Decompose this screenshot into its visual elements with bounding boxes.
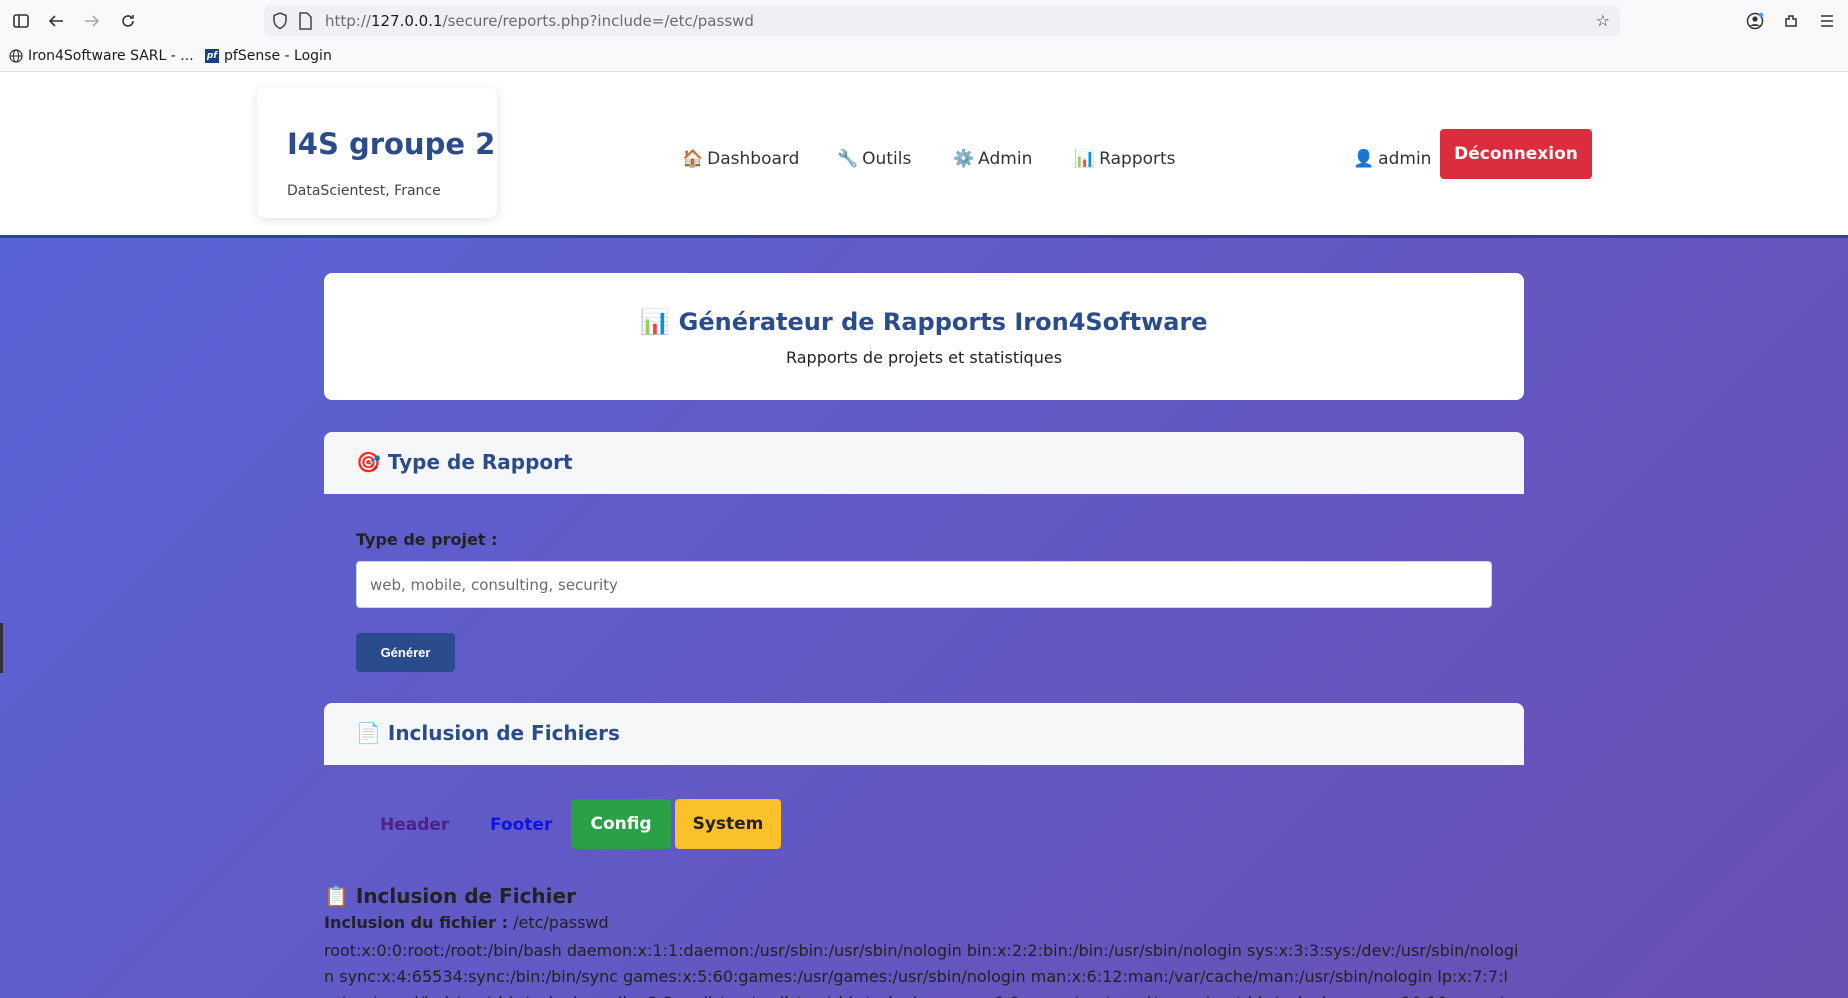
page-subtitle: Rapports de projets et statistiques	[785, 348, 1063, 367]
project-type-input[interactable]	[356, 561, 1492, 608]
user-name: admin	[1378, 149, 1432, 169]
include-system-button[interactable]: System	[675, 799, 781, 849]
result-file-line: Inclusion du fichier : /etc/passwd	[324, 913, 609, 932]
back-arrow-icon[interactable]	[44, 9, 68, 33]
site-header: I4S groupe 2 DataScientest, France 🏠 Das…	[0, 72, 1848, 238]
page-icon[interactable]	[298, 12, 312, 34]
bookmarks-bar: Iron4Software SARL - ... pf pfSense - Lo…	[0, 42, 1848, 72]
include-footer-link[interactable]: Footer	[490, 814, 552, 836]
result-file-content: root:x:0:0:root:/root:/bin/bash daemon:x…	[324, 941, 1522, 998]
wrench-icon: 🔧	[837, 149, 859, 169]
star-icon[interactable]: ☆	[1596, 11, 1610, 30]
browser-toolbar: http://127.0.0.1/secure/reports.php?incl…	[0, 0, 1848, 42]
target-icon: 🎯	[356, 450, 381, 474]
menu-icon[interactable]	[1815, 9, 1839, 33]
forward-arrow-icon[interactable]	[80, 9, 104, 33]
gear-icon: ⚙️	[953, 149, 975, 169]
url-bar[interactable]: http://127.0.0.1/secure/reports.php?incl…	[264, 6, 1620, 36]
globe-icon	[9, 49, 23, 63]
page-title-card: 📊 Générateur de Rapports Iron4Software R…	[324, 273, 1524, 400]
logout-button[interactable]: Déconnexion	[1440, 129, 1592, 179]
page-title: 📊 Générateur de Rapports Iron4Software	[640, 308, 1208, 336]
file-inclusion-header: 📄 Inclusion de Fichiers	[324, 703, 1524, 765]
bookmark-label: pfSense - Login	[224, 48, 332, 64]
user-icon: 👤	[1353, 149, 1375, 169]
nav-admin[interactable]: ⚙️ Admin	[953, 144, 1032, 174]
report-type-header: 🎯 Type de Rapport	[324, 432, 1524, 494]
nav-label: Admin	[978, 149, 1033, 169]
extensions-icon[interactable]	[1779, 9, 1803, 33]
brand-subtitle: DataScientest, France	[287, 183, 441, 199]
include-config-button[interactable]: Config	[571, 799, 671, 849]
result-title: 📋 Inclusion de Fichier	[324, 884, 576, 908]
bar-chart-icon: 📊	[1074, 149, 1096, 169]
document-icon: 📄	[356, 721, 381, 745]
clipboard-icon: 📋	[324, 884, 349, 908]
pfsense-logo-icon: pf	[205, 49, 219, 63]
nav-dashboard[interactable]: 🏠 Dashboard	[682, 144, 799, 174]
result-file-label: Inclusion du fichier :	[324, 913, 509, 932]
sidebar-icon[interactable]	[9, 9, 33, 33]
nav-rapports[interactable]: 📊 Rapports	[1074, 144, 1176, 174]
side-marker	[0, 623, 3, 673]
section-heading: 📄 Inclusion de Fichiers	[356, 721, 620, 745]
nav-label: Rapports	[1099, 149, 1176, 169]
include-header-link[interactable]: Header	[380, 814, 449, 836]
result-file-path: /etc/passwd	[508, 913, 609, 932]
current-user: 👤 admin	[1353, 144, 1431, 174]
nav-outils[interactable]: 🔧 Outils	[837, 144, 911, 174]
url-text[interactable]: http://127.0.0.1/secure/reports.php?incl…	[325, 6, 754, 36]
bookmark-pfsense[interactable]: pf pfSense - Login	[205, 42, 332, 70]
house-icon: 🏠	[682, 149, 704, 169]
reload-icon[interactable]	[116, 9, 140, 33]
main-content: 📊 Générateur de Rapports Iron4Software R…	[0, 238, 1848, 998]
generate-button[interactable]: Générer	[356, 633, 455, 672]
nav-label: Dashboard	[707, 149, 800, 169]
nav-label: Outils	[862, 149, 912, 169]
bar-chart-icon: 📊	[640, 308, 671, 336]
brand-card: I4S groupe 2 DataScientest, France	[257, 87, 497, 218]
account-icon[interactable]	[1743, 9, 1767, 33]
section-heading: 🎯 Type de Rapport	[356, 450, 573, 474]
bookmark-label: Iron4Software SARL - ...	[28, 48, 194, 64]
bookmark-iron4software[interactable]: Iron4Software SARL - ...	[9, 42, 194, 70]
brand-title: I4S groupe 2	[287, 127, 496, 161]
project-type-label: Type de projet :	[356, 530, 498, 549]
shield-icon[interactable]	[272, 12, 288, 34]
